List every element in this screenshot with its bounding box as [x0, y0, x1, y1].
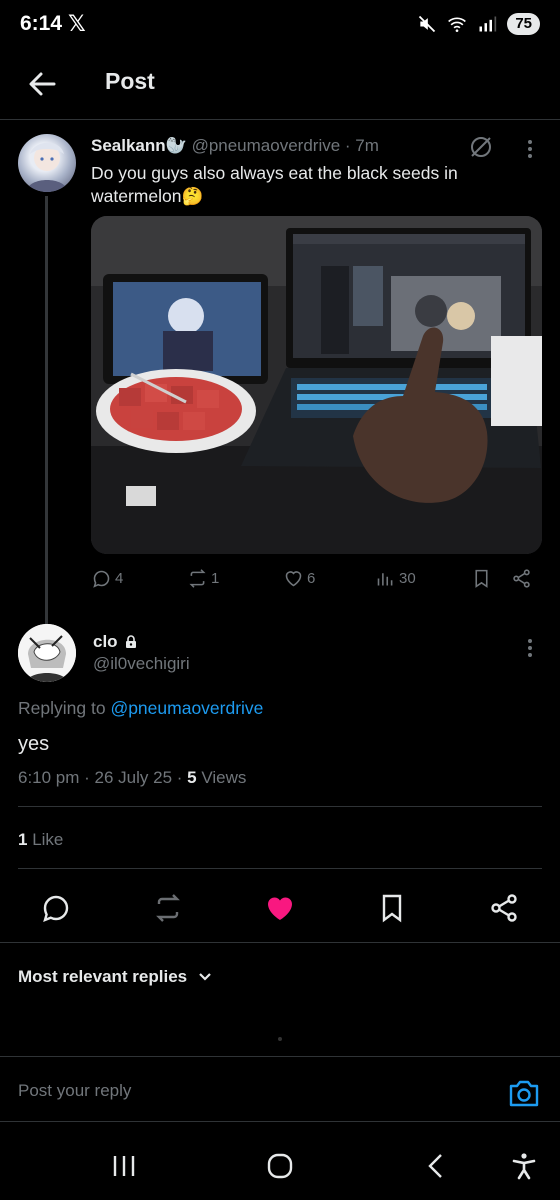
- reply-author-name[interactable]: clo: [93, 632, 118, 652]
- chevron-down-icon: [199, 973, 211, 981]
- recent-apps-icon[interactable]: [108, 1150, 140, 1182]
- grok-icon[interactable]: [468, 134, 494, 160]
- more-options-icon[interactable]: [520, 138, 540, 160]
- like-action[interactable]: 6: [283, 568, 315, 589]
- accessibility-icon[interactable]: [508, 1150, 540, 1182]
- reply-text: yes: [18, 733, 50, 755]
- heart-icon[interactable]: [264, 892, 296, 924]
- back-nav-icon[interactable]: [420, 1150, 452, 1182]
- repost-icon[interactable]: [152, 892, 184, 924]
- post-age: · 7m: [344, 136, 379, 155]
- author-name[interactable]: Sealkann🦭: [91, 136, 187, 155]
- like-count: 6: [307, 570, 316, 587]
- battery-indicator: 75: [507, 13, 540, 35]
- x-logo-icon: 𝕏: [68, 11, 86, 36]
- post-image[interactable]: [91, 216, 542, 554]
- replying-to-label: Replying to: [18, 698, 106, 718]
- lock-icon: [125, 635, 136, 648]
- author-handle[interactable]: @pneumaoverdrive: [192, 136, 341, 155]
- reply-metadata: 6:10 pm · 26 July 25 · 5 Views: [18, 768, 246, 788]
- reply-views-label: Views: [196, 768, 247, 787]
- reply-icon: [93, 570, 110, 588]
- bookmark-icon[interactable]: [376, 892, 408, 924]
- sort-label: Most relevant replies: [18, 967, 188, 986]
- divider: [18, 806, 542, 807]
- replying-to-mention[interactable]: @pneumaoverdrive: [110, 698, 263, 718]
- reply-timestamp: 6:10 pm · 26 July 25 ·: [18, 768, 188, 787]
- divider: [18, 868, 542, 869]
- sort-replies-dropdown[interactable]: Most relevant replies: [18, 967, 213, 987]
- thread-line: [45, 196, 48, 624]
- reply-composer: [0, 1056, 560, 1122]
- replying-to: Replying to @pneumaoverdrive: [18, 698, 263, 719]
- post-author-line: Sealkann🦭 @pneumaoverdrive · 7m: [91, 136, 491, 156]
- likes-summary[interactable]: 1 Like: [18, 830, 63, 850]
- camera-icon[interactable]: [508, 1078, 540, 1108]
- loading-dot: [278, 1037, 282, 1041]
- share-icon[interactable]: [511, 568, 532, 589]
- repost-action[interactable]: 1: [187, 568, 219, 589]
- reply-icon[interactable]: [40, 892, 72, 924]
- avatar[interactable]: [18, 134, 76, 192]
- reply-input[interactable]: [18, 1081, 458, 1101]
- reply-views-count[interactable]: 5: [187, 768, 196, 787]
- divider: [0, 942, 560, 943]
- views-icon: [377, 573, 393, 586]
- reply-action[interactable]: 4: [91, 568, 123, 589]
- repost-count: 1: [211, 570, 220, 587]
- page-title: Post: [105, 68, 155, 94]
- reply-count: 4: [115, 570, 124, 587]
- battery-level: 75: [515, 15, 532, 32]
- system-nav-bar: [0, 1122, 560, 1200]
- top-bar: Post: [0, 52, 560, 120]
- share-icon[interactable]: [488, 892, 520, 924]
- reply-author-name-row[interactable]: clo: [93, 632, 138, 652]
- status-bar: 6:14 𝕏 75: [0, 0, 560, 52]
- heart-icon: [285, 571, 302, 587]
- reply-actions: [0, 886, 560, 930]
- views-count: 30: [399, 570, 416, 587]
- repost-icon: [189, 569, 206, 588]
- post-text: Do you guys also always eat the black se…: [91, 163, 458, 206]
- home-icon[interactable]: [264, 1150, 296, 1182]
- avatar[interactable]: [18, 624, 76, 682]
- status-time: 6:14: [20, 12, 63, 35]
- post-actions: 4 1 6 30: [91, 568, 542, 594]
- wifi-icon: [448, 17, 467, 32]
- more-options-icon[interactable]: [520, 637, 540, 659]
- signal-icon: [479, 16, 497, 32]
- mute-icon: [419, 15, 436, 33]
- back-arrow-icon[interactable]: [24, 66, 60, 102]
- reply-author-handle[interactable]: @il0vechigiri: [93, 654, 190, 674]
- bookmark-icon[interactable]: [471, 568, 492, 589]
- views-action[interactable]: 30: [375, 568, 416, 589]
- likes-label: Like: [27, 830, 64, 849]
